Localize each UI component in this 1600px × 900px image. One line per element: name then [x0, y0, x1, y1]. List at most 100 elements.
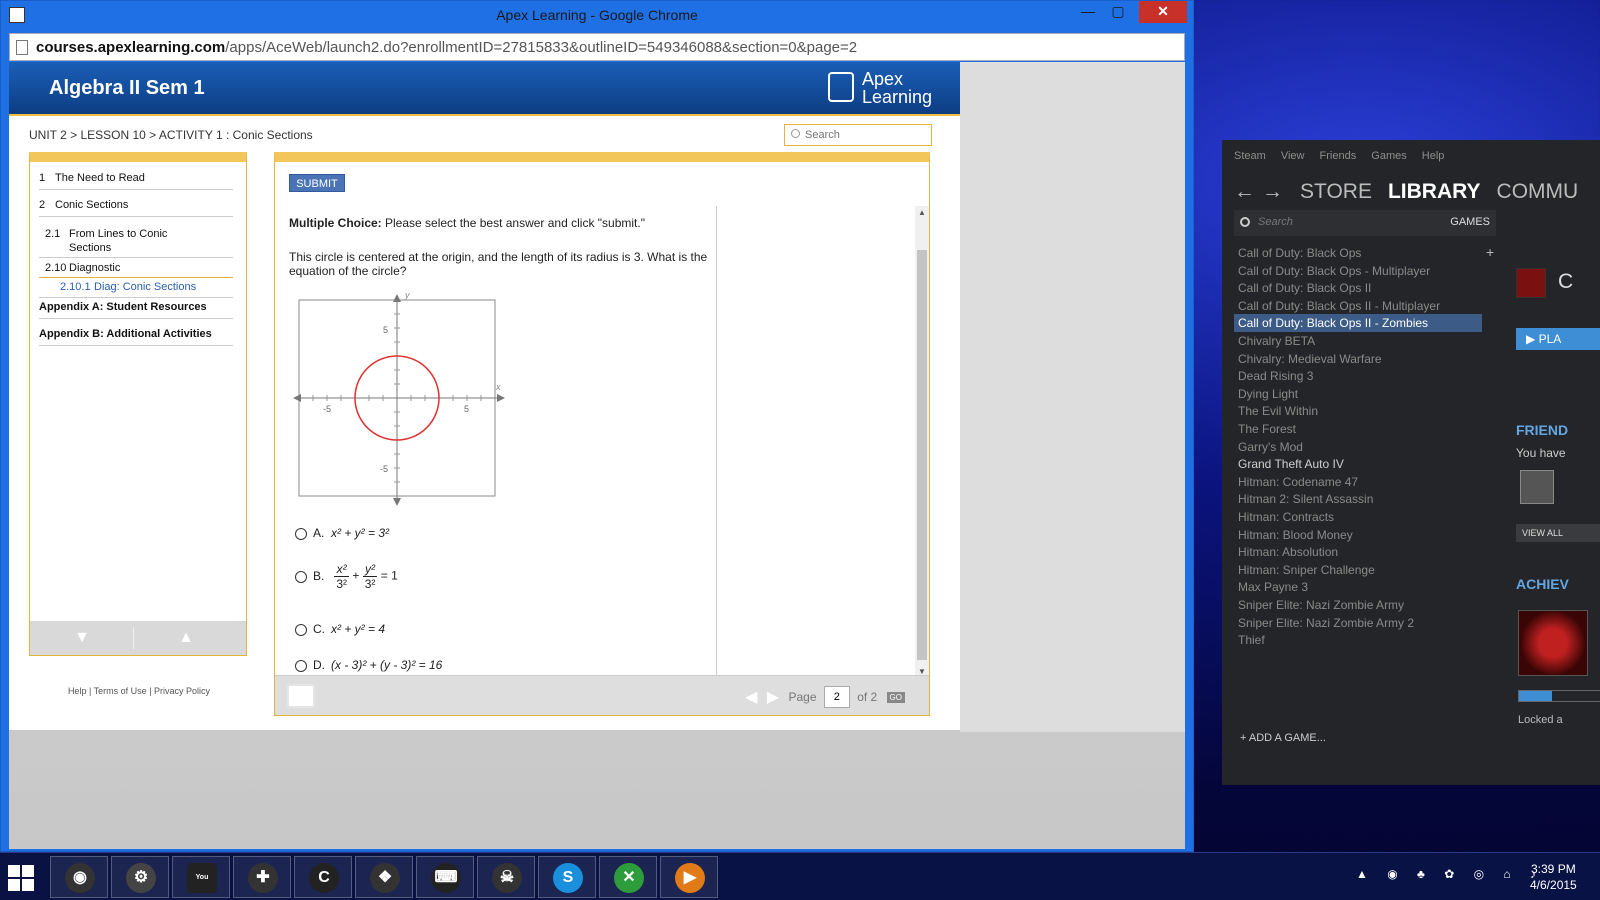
toc-item-appendix-a[interactable]: Appendix A: Student Resources — [39, 301, 207, 313]
game-list-item[interactable]: Chivalry BETA — [1234, 332, 1482, 350]
game-list-item[interactable]: Hitman: Sniper Challenge — [1234, 561, 1482, 579]
game-list-item[interactable]: Dead Rising 3 — [1234, 367, 1482, 385]
game-list-item[interactable]: Call of Duty: Black Ops II - Multiplayer — [1234, 297, 1482, 315]
radio-a[interactable] — [295, 527, 307, 540]
go-button[interactable]: GO — [886, 691, 905, 703]
address-bar[interactable]: courses.apexlearning.com/apps/AceWeb/lau… — [9, 33, 1185, 61]
start-logo-pane — [8, 865, 20, 877]
question-scrollbar[interactable]: ▲ ▼ — [915, 206, 929, 678]
taskbar-button[interactable]: ☠ — [477, 856, 535, 898]
radio-c[interactable] — [295, 623, 307, 636]
taskbar-button[interactable]: ✚ — [233, 856, 291, 898]
toc-item-conic-sections[interactable]: 2 Conic Sections — [39, 199, 128, 211]
taskbar-button[interactable]: C — [294, 856, 352, 898]
game-list-item[interactable]: Call of Duty: Black Ops - Multiplayer — [1234, 262, 1482, 280]
view-all-button[interactable]: VIEW ALL — [1516, 524, 1600, 542]
privacy-link[interactable]: Privacy Policy — [154, 686, 210, 696]
play-button[interactable]: ▶ PLA — [1516, 328, 1600, 350]
friend-avatar[interactable] — [1520, 470, 1554, 504]
game-list-item[interactable]: Hitman: Blood Money — [1234, 526, 1482, 544]
friends-header: FRIEND — [1516, 422, 1569, 438]
add-plus-icon[interactable]: + — [1486, 244, 1494, 260]
system-tray[interactable]: ▲ ◉ ♣ ✿ ◎ ⌂ ♪ — [1356, 867, 1544, 881]
game-list-item[interactable]: Dying Light — [1234, 385, 1482, 403]
terms-link[interactable]: Terms of Use — [94, 686, 147, 696]
game-list-item[interactable]: Call of Duty: Black Ops — [1234, 244, 1482, 262]
back-arrow-icon[interactable]: ← — [1234, 180, 1262, 204]
toc-item-diagnostic[interactable]: 2.10 Diagnostic — [45, 262, 120, 274]
url-text[interactable]: courses.apexlearning.com/apps/AceWeb/lau… — [36, 39, 857, 56]
game-title-initial: C — [1558, 270, 1574, 293]
url-host: courses.apexlearning.com — [36, 39, 226, 56]
divider — [39, 318, 233, 319]
taskbar-button[interactable]: ⌨ — [416, 856, 474, 898]
submit-button[interactable]: SUBMIT — [289, 174, 345, 192]
radio-b[interactable] — [295, 570, 307, 583]
search-box[interactable] — [784, 124, 932, 146]
logo-line2: Learning — [862, 87, 933, 107]
steam-search[interactable]: Search GAMES — [1234, 210, 1496, 236]
help-link[interactable]: Help — [68, 686, 87, 696]
taskbar-button[interactable]: ✕ — [599, 856, 657, 898]
game-list-item[interactable]: Thief — [1234, 631, 1482, 649]
games-filter[interactable]: GAMES — [1450, 216, 1490, 228]
add-game-button[interactable]: + ADD A GAME... — [1240, 732, 1326, 744]
game-list-item[interactable]: Hitman 2: Silent Assassin — [1234, 490, 1482, 508]
prev-page-icon[interactable]: ◀ — [745, 687, 757, 707]
windows-start-icon[interactable] — [8, 865, 34, 891]
toc-item-lines-to-conic-cont[interactable]: Sections — [69, 242, 111, 254]
y-axis-label: y — [404, 292, 410, 300]
toc-item-diag-conic[interactable]: 2.10.1 Diag: Conic Sections — [60, 281, 196, 293]
game-list-item[interactable]: Grand Theft Auto IV — [1234, 455, 1482, 473]
page-icon — [16, 40, 28, 55]
answer-b[interactable]: B. x² 3² + y² 3² = 1 — [295, 562, 398, 591]
forward-arrow-icon[interactable]: → — [1262, 180, 1290, 204]
print-icon[interactable] — [287, 684, 315, 708]
game-list-item[interactable]: Sniper Elite: Nazi Zombie Army 2 — [1234, 614, 1482, 632]
radio-d[interactable] — [295, 659, 307, 672]
answer-d[interactable]: D. (x - 3)² + (y - 3)² = 16 — [295, 658, 442, 672]
steam-tab-library[interactable]: LIBRARY — [1388, 180, 1481, 203]
taskbar-button[interactable]: S — [538, 856, 596, 898]
game-list-item[interactable]: Hitman: Contracts — [1234, 508, 1482, 526]
game-list-item[interactable]: Garry's Mod — [1234, 438, 1482, 456]
steam-nav: ← → STORE LIBRARY COMMU — [1234, 180, 1578, 204]
game-list-item[interactable]: The Forest — [1234, 420, 1482, 438]
frac-denominator: 3² — [364, 577, 376, 591]
taskbar-button[interactable]: You Tube — [172, 856, 230, 898]
game-list-item[interactable]: Hitman: Codename 47 — [1234, 473, 1482, 491]
footer-links: Help | Terms of Use | Privacy Policy — [49, 684, 229, 698]
minimize-button[interactable]: — — [1073, 1, 1103, 23]
scroll-thumb[interactable] — [917, 250, 927, 660]
answer-c[interactable]: C. x² + y² = 4 — [295, 622, 385, 636]
toc-up-arrow-icon[interactable]: ▲ — [176, 629, 196, 647]
search-input[interactable] — [805, 127, 925, 143]
page-number-input[interactable] — [823, 686, 850, 708]
toc-item-lines-to-conic[interactable]: 2.1 From Lines to Conic — [45, 228, 167, 240]
toc-down-arrow-icon[interactable]: ▼ — [72, 629, 92, 647]
taskbar-button[interactable]: ⚙ — [111, 856, 169, 898]
game-list-item[interactable]: Chivalry: Medieval Warfare — [1234, 350, 1482, 368]
table-of-contents: 1 The Need to Read 2 Conic Sections 2.1 Fro… — [29, 152, 247, 656]
taskbar-button[interactable]: ▶ — [660, 856, 718, 898]
close-button[interactable]: ✕ — [1139, 1, 1187, 23]
game-list-item[interactable]: Call of Duty: Black Ops II - Zombies — [1234, 314, 1482, 333]
steam-tab-community[interactable]: COMMU — [1497, 180, 1579, 203]
game-list-item[interactable]: Hitman: Absolution — [1234, 543, 1482, 561]
toc-item-appendix-b[interactable]: Appendix B: Additional Activities — [39, 328, 212, 340]
taskbar-button[interactable]: ◉ — [50, 856, 108, 898]
toc-item-need-to-read[interactable]: 1 The Need to Read — [39, 172, 145, 184]
scroll-up-icon[interactable]: ▲ — [917, 208, 927, 217]
game-list-item[interactable]: Sniper Elite: Nazi Zombie Army — [1234, 596, 1482, 614]
maximize-button[interactable]: ▢ — [1103, 1, 1133, 23]
question-text: This circle is centered at the origin, a… — [289, 250, 708, 278]
taskbar-button[interactable]: ❖ — [355, 856, 413, 898]
answer-a[interactable]: A. x² + y² = 3² — [295, 526, 389, 540]
steam-menu[interactable]: Steam View Friends Games Help — [1234, 150, 1444, 162]
game-list-item[interactable]: Call of Duty: Black Ops II — [1234, 279, 1482, 297]
clock[interactable]: 3:39 PM 4/6/2015 — [1530, 861, 1577, 893]
steam-tab-store[interactable]: STORE — [1300, 180, 1372, 203]
game-list-item[interactable]: The Evil Within — [1234, 402, 1482, 420]
next-page-icon[interactable]: ▶ — [767, 687, 779, 707]
game-list-item[interactable]: Max Payne 3 — [1234, 578, 1482, 596]
